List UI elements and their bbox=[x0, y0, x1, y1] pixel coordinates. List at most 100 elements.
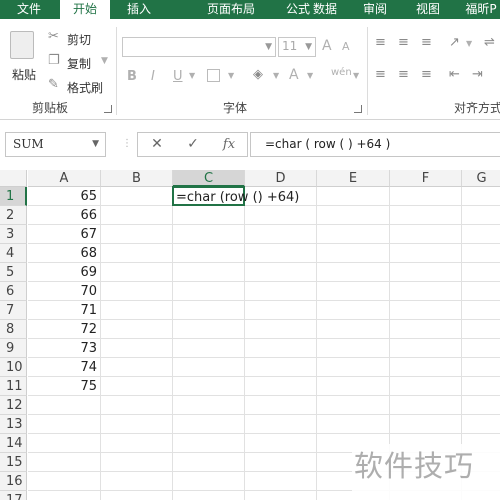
cell[interactable] bbox=[390, 263, 462, 282]
cell[interactable] bbox=[462, 377, 500, 396]
cell[interactable] bbox=[101, 415, 173, 434]
column-header-b[interactable]: B bbox=[101, 170, 173, 187]
cell[interactable] bbox=[101, 434, 173, 453]
cell[interactable] bbox=[245, 472, 317, 491]
cell[interactable] bbox=[317, 301, 390, 320]
cell[interactable] bbox=[317, 206, 390, 225]
cell[interactable]: 72 bbox=[28, 320, 101, 339]
enter-icon[interactable]: ✓ bbox=[178, 133, 208, 156]
cell[interactable] bbox=[390, 244, 462, 263]
font-size-dropdown[interactable]: 11 ▼ bbox=[278, 37, 316, 57]
row-header[interactable]: 2 bbox=[0, 206, 27, 225]
cell[interactable] bbox=[317, 263, 390, 282]
cell[interactable] bbox=[101, 358, 173, 377]
cell[interactable] bbox=[462, 415, 500, 434]
cell[interactable] bbox=[173, 244, 245, 263]
cell[interactable] bbox=[101, 244, 173, 263]
orientation-dropdown-icon[interactable]: ▼ bbox=[466, 39, 472, 48]
align-middle-icon[interactable]: ≡ bbox=[398, 35, 409, 50]
italic-button[interactable]: I bbox=[151, 69, 155, 84]
clipboard-launcher-icon[interactable] bbox=[104, 105, 112, 113]
paste-icon[interactable] bbox=[10, 31, 34, 59]
copy-button[interactable]: 复制 bbox=[67, 55, 91, 72]
row-header[interactable]: 12 bbox=[0, 396, 27, 415]
cell[interactable] bbox=[101, 301, 173, 320]
cell[interactable] bbox=[245, 415, 317, 434]
cell[interactable] bbox=[462, 225, 500, 244]
tab-view[interactable]: 视图 bbox=[410, 0, 446, 19]
row-header[interactable]: 10 bbox=[0, 358, 27, 377]
cell[interactable] bbox=[245, 320, 317, 339]
cell[interactable] bbox=[28, 415, 101, 434]
row-header[interactable]: 8 bbox=[0, 320, 27, 339]
insert-function-icon[interactable]: fx bbox=[214, 133, 244, 156]
underline-button[interactable]: U bbox=[173, 69, 183, 84]
cancel-icon[interactable]: ✕ bbox=[142, 133, 172, 156]
row-header[interactable]: 14 bbox=[0, 434, 27, 453]
column-header-f[interactable]: F bbox=[390, 170, 462, 187]
cell[interactable] bbox=[173, 415, 245, 434]
cell[interactable] bbox=[101, 377, 173, 396]
align-left-icon[interactable]: ≡ bbox=[375, 67, 386, 82]
align-right-icon[interactable]: ≡ bbox=[421, 67, 432, 82]
cell[interactable]: 73 bbox=[28, 339, 101, 358]
cell[interactable]: 66 bbox=[28, 206, 101, 225]
cell[interactable] bbox=[101, 472, 173, 491]
format-painter-button[interactable]: 格式刷 bbox=[67, 79, 103, 96]
font-name-dropdown[interactable]: ▼ bbox=[122, 37, 276, 57]
fill-color-icon[interactable]: ◈ bbox=[253, 67, 263, 82]
cell[interactable] bbox=[101, 187, 173, 206]
tab-home[interactable]: 开始 bbox=[60, 0, 110, 20]
row-header[interactable]: 7 bbox=[0, 301, 27, 320]
cell[interactable] bbox=[173, 472, 245, 491]
cell[interactable] bbox=[245, 225, 317, 244]
formula-bar-grip[interactable]: ⋮ bbox=[122, 138, 132, 149]
cell[interactable] bbox=[245, 491, 317, 500]
border-icon[interactable] bbox=[207, 69, 220, 82]
cell[interactable] bbox=[245, 434, 317, 453]
cell[interactable] bbox=[245, 206, 317, 225]
cell[interactable] bbox=[245, 339, 317, 358]
tab-insert[interactable]: 插入 bbox=[116, 0, 162, 19]
align-bottom-icon[interactable]: ≡ bbox=[421, 35, 432, 50]
cell[interactable] bbox=[317, 358, 390, 377]
cell[interactable] bbox=[173, 491, 245, 500]
cell[interactable] bbox=[317, 282, 390, 301]
cell[interactable] bbox=[28, 491, 101, 500]
cell[interactable] bbox=[101, 491, 173, 500]
copy-icon[interactable]: ❐ bbox=[48, 53, 60, 68]
cell[interactable] bbox=[245, 263, 317, 282]
cell[interactable] bbox=[462, 320, 500, 339]
cell[interactable] bbox=[245, 282, 317, 301]
cell[interactable] bbox=[173, 282, 245, 301]
name-box[interactable]: SUM ▼ bbox=[5, 132, 106, 157]
tab-page-layout[interactable]: 页面布局 bbox=[196, 0, 266, 19]
cut-button[interactable]: 剪切 bbox=[67, 31, 91, 48]
cell[interactable] bbox=[390, 377, 462, 396]
row-header[interactable]: 11 bbox=[0, 377, 27, 396]
cell[interactable]: 70 bbox=[28, 282, 101, 301]
cell[interactable] bbox=[462, 396, 500, 415]
cell[interactable]: 65 bbox=[28, 187, 101, 206]
cell[interactable] bbox=[390, 358, 462, 377]
column-header-e[interactable]: E bbox=[317, 170, 390, 187]
cell[interactable] bbox=[317, 187, 390, 206]
cell[interactable] bbox=[101, 206, 173, 225]
cell[interactable] bbox=[390, 339, 462, 358]
cell[interactable] bbox=[28, 396, 101, 415]
cell[interactable] bbox=[28, 434, 101, 453]
column-header-a[interactable]: A bbox=[28, 170, 101, 187]
cell[interactable] bbox=[173, 301, 245, 320]
paste-button[interactable]: 粘贴 bbox=[12, 66, 36, 83]
cell[interactable] bbox=[390, 282, 462, 301]
increase-indent-icon[interactable]: ⇥ bbox=[472, 67, 483, 82]
cell[interactable] bbox=[462, 187, 500, 206]
cell[interactable] bbox=[390, 396, 462, 415]
cell[interactable] bbox=[462, 282, 500, 301]
column-header-c[interactable]: C bbox=[173, 170, 245, 187]
cell[interactable]: 71 bbox=[28, 301, 101, 320]
cell[interactable] bbox=[317, 415, 390, 434]
border-dropdown-icon[interactable]: ▼ bbox=[228, 71, 234, 80]
cell[interactable] bbox=[462, 263, 500, 282]
row-header[interactable]: 13 bbox=[0, 415, 27, 434]
